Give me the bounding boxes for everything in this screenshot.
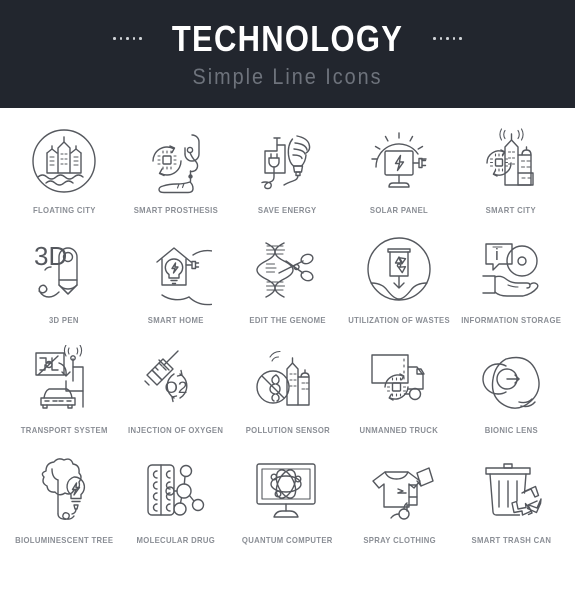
oxygen-icon-text: O2: [164, 378, 187, 397]
icon-label: MOLECULAR DRUG: [136, 536, 215, 545]
header-banner: TECHNOLOGY Simple Line Icons: [0, 0, 575, 108]
icon-label: POLLUTION SENSOR: [245, 426, 330, 435]
icon-cell-solar-panel[interactable]: SOLAR PANEL: [343, 122, 455, 232]
icon-set-page: TECHNOLOGY Simple Line Icons FLOATING CI…: [0, 0, 575, 600]
icon-label: FLOATING CITY: [32, 206, 96, 215]
icon-label: 3D PEN: [48, 316, 79, 325]
information-icon-text: i: [495, 245, 499, 264]
page-title: TECHNOLOGY: [171, 17, 404, 59]
smart-prosthesis-icon: [135, 122, 217, 200]
icon-cell-3d-pen[interactable]: 3D 3D PEN: [8, 232, 120, 342]
icon-cell-floating-city[interactable]: FLOATING CITY: [8, 122, 120, 232]
edit-the-genome-icon: [246, 232, 328, 310]
icon-cell-unmanned-truck[interactable]: UNMANNED TRUCK: [343, 342, 455, 452]
pollution-sensor-icon: [246, 342, 328, 420]
icon-cell-information-storage[interactable]: i INFORMATION STORAGE: [455, 232, 567, 342]
icon-cell-transport-system[interactable]: TRANSPORT SYSTEM: [8, 342, 120, 452]
icon-label: SMART CITY: [485, 206, 537, 215]
icon-cell-quantum-computer[interactable]: QUANTUM COMPUTER: [232, 452, 344, 562]
icon-label: SMART HOME: [147, 316, 204, 325]
icon-label: UTILIZATION OF WASTES: [348, 316, 451, 325]
icon-cell-smart-home[interactable]: SMART HOME: [120, 232, 232, 342]
utilization-of-wastes-icon: [358, 232, 440, 310]
icon-cell-smart-prosthesis[interactable]: SMART PROSTHESIS: [120, 122, 232, 232]
icon-label: SMART PROSTHESIS: [133, 206, 218, 215]
icon-label: EDIT THE GENOME: [249, 316, 326, 325]
icon-cell-smart-trash-can[interactable]: SMART TRASH CAN: [455, 452, 567, 562]
dots-right-decoration: [433, 37, 462, 40]
icon-label: INJECTION OF OXYGEN: [128, 426, 224, 435]
bioluminescent-tree-icon: [23, 452, 105, 530]
icon-grid: FLOATING CITY SMART PROSTHESIS SAVE ENER…: [0, 108, 575, 562]
icon-cell-save-energy[interactable]: SAVE ENERGY: [232, 122, 344, 232]
icon-cell-utilization-of-wastes[interactable]: UTILIZATION OF WASTES: [343, 232, 455, 342]
smart-trash-can-icon: [470, 452, 552, 530]
icon-cell-edit-the-genome[interactable]: EDIT THE GENOME: [232, 232, 344, 342]
icon-cell-spray-clothing[interactable]: SPRAY CLOTHING: [343, 452, 455, 562]
floating-city-icon: [23, 122, 105, 200]
spray-clothing-icon: [358, 452, 440, 530]
unmanned-truck-icon: [358, 342, 440, 420]
icon-cell-bioluminescent-tree[interactable]: BIOLUMINESCENT TREE: [8, 452, 120, 562]
3d-pen-icon: 3D: [23, 232, 105, 310]
molecular-drug-icon: [135, 452, 217, 530]
transport-system-icon: [23, 342, 105, 420]
icon-label: SPRAY CLOTHING: [362, 536, 436, 545]
icon-label: SOLAR PANEL: [370, 206, 429, 215]
icon-label: SAVE ENERGY: [258, 206, 317, 215]
solar-panel-icon: [358, 122, 440, 200]
icon-label: BIOLUMINESCENT TREE: [14, 536, 113, 545]
save-energy-icon: [246, 122, 328, 200]
information-storage-icon: i: [470, 232, 552, 310]
injection-of-oxygen-icon: O2: [135, 342, 217, 420]
icon-label: TRANSPORT SYSTEM: [20, 426, 108, 435]
icon-label: UNMANNED TRUCK: [359, 426, 439, 435]
icon-cell-molecular-drug[interactable]: MOLECULAR DRUG: [120, 452, 232, 562]
title-row: TECHNOLOGY: [113, 17, 462, 59]
icon-cell-injection-of-oxygen[interactable]: O2 INJECTION OF OXYGEN: [120, 342, 232, 452]
icon-label: SMART TRASH CAN: [471, 536, 551, 545]
icon-cell-smart-city[interactable]: SMART CITY: [455, 122, 567, 232]
bionic-lens-icon: [470, 342, 552, 420]
icon-cell-bionic-lens[interactable]: BIONIC LENS: [455, 342, 567, 452]
icon-label: QUANTUM COMPUTER: [242, 536, 333, 545]
smart-city-icon: [470, 122, 552, 200]
icon-label: INFORMATION STORAGE: [461, 316, 562, 325]
icon-label: BIONIC LENS: [484, 426, 538, 435]
quantum-computer-icon: [246, 452, 328, 530]
icon-cell-pollution-sensor[interactable]: POLLUTION SENSOR: [232, 342, 344, 452]
page-subtitle: Simple Line Icons: [192, 63, 383, 89]
smart-home-icon: [135, 232, 217, 310]
dots-left-decoration: [113, 37, 142, 40]
